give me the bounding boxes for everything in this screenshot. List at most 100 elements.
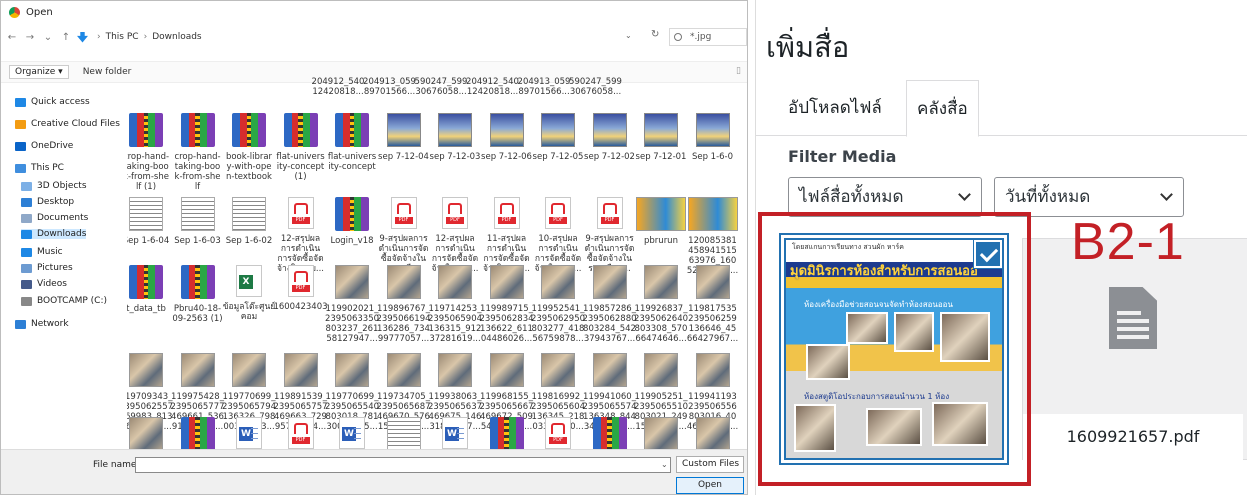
navigation-bar: ← → ⌄ ↑ › This PC › Downloads ⌄ ↻ *.jpg [1,23,747,51]
file-doc-icon [129,197,163,231]
nav-item-videos[interactable]: Videos [21,279,67,289]
open-button[interactable]: Open [676,477,744,494]
file-rar-icon [592,417,627,451]
file-pdf-icon: PDF [545,197,571,229]
file-photo-icon [644,353,678,387]
search-box[interactable]: *.jpg [669,28,747,46]
file-pdf-icon: PDF [596,197,623,229]
forward-arrow-icon[interactable]: → [23,32,37,43]
back-arrow-icon[interactable]: ← [5,32,19,43]
drive-icon [21,296,32,306]
file-poster-icon [541,113,575,147]
annotation-highlight-box [758,212,1031,486]
search-query: *.jpg [690,32,712,42]
file-photo-icon [232,353,266,387]
nav-item-this-pc[interactable]: This PC [15,163,64,173]
file-item[interactable]: 119817535 239506259 136646_45 66427967..… [682,265,744,344]
date-select[interactable]: วันที่ทั้งหมด [994,177,1184,217]
file-rar-icon [489,417,524,451]
file-photo-icon [438,265,472,299]
file-name: 119817535 239506259 136646_45 66427967..… [686,304,739,344]
document-icon [1109,287,1157,349]
recent-locations-icon[interactable]: ⌄ [41,32,55,43]
nav-item-label: 3D Objects [37,181,87,191]
file-photo-icon [489,265,524,299]
nav-item-bootcamp-c-[interactable]: BOOTCAMP (C:) [21,296,107,306]
file-name-label: File name: [93,460,140,470]
dialog-footer: File name: ⌄ Custom Files Open [1,449,747,494]
file-photo-icon [489,353,524,387]
file-photo-icon [695,265,730,299]
chevron-down-icon [958,188,971,201]
chevron-down-icon[interactable]: ⌄ [661,460,668,469]
up-arrow-icon[interactable]: ↑ [59,32,73,43]
file-item[interactable]: 590247_599 30676058... [565,77,627,97]
file-doc-icon [386,417,421,451]
nav-item-label: Music [37,247,63,257]
breadcrumb-downloads[interactable]: Downloads [152,32,201,42]
file-photo-icon [386,353,421,387]
file-photo-icon [129,417,163,451]
dialog-titlebar: Open [1,1,747,23]
nav-item-pictures[interactable]: Pictures [21,263,73,273]
file-type-select[interactable]: Custom Files [676,456,744,473]
nav-item-quick-access[interactable]: Quick access [15,97,90,107]
file-item[interactable]: Sep 1-6-0 [682,113,744,162]
file-banner-icon [636,197,686,231]
nav-item-onedrive[interactable]: OneDrive [15,141,73,151]
file-rar-icon [180,417,215,451]
nav-item-documents[interactable]: Documents [21,213,88,223]
file-rar-icon [129,265,163,299]
nav-item-downloads[interactable]: Downloads [21,229,87,239]
nav-item-3d-objects[interactable]: 3D Objects [21,181,87,191]
file-pdf-icon: PDF [390,197,417,229]
view-options-icon[interactable]: ▯ [736,66,741,76]
file-banner-icon [687,197,738,231]
nav-item-creative-cloud-files[interactable]: Creative Cloud Files [15,119,120,129]
nav-item-desktop[interactable]: Desktop [21,197,74,207]
videos-icon [21,279,32,289]
new-folder-button[interactable]: New folder [83,67,132,77]
network-icon [15,319,26,329]
nav-item-label: Creative Cloud Files [31,119,120,129]
chrome-icon [9,6,20,18]
media-type-value: ไฟล์สื่อทั้งหมด [799,187,904,207]
breadcrumb-this-pc[interactable]: This PC [106,32,139,42]
chevron-right-icon: › [143,32,148,42]
nav-item-label: Network [31,319,69,329]
file-photo-icon [592,265,627,299]
file-photo-icon [335,265,369,299]
chevron-down-icon[interactable]: ⌄ [625,31,632,40]
onedrive-icon [15,141,26,151]
nav-item-music[interactable]: Music [21,247,63,257]
file-rar-icon [283,113,318,147]
dialog-title: Open [26,6,53,18]
media-type-select[interactable]: ไฟล์สื่อทั้งหมด [788,177,982,217]
date-value: วันที่ทั้งหมด [1005,187,1091,207]
chevron-down-icon [1160,188,1173,201]
file-poster-icon [695,113,730,147]
nav-item-label: Downloads [37,229,87,239]
file-photo-icon [695,353,730,387]
star-icon [15,97,26,107]
organize-button[interactable]: Organize ▾ [9,65,69,79]
file-pdf-icon: PDF [287,417,314,449]
file-poster-icon [489,113,524,147]
nav-item-label: BOOTCAMP (C:) [37,296,107,306]
music-icon [21,247,32,257]
file-rar-icon [335,197,369,231]
file-doc-icon [180,197,215,231]
nav-item-network[interactable]: Network [15,319,69,329]
attachment-filename: 1609921657.pdf [1023,414,1243,460]
file-rar-icon [129,113,163,147]
downloads-folder-icon [77,31,88,43]
address-bar[interactable]: › This PC › Downloads [77,27,637,47]
refresh-icon[interactable]: ↻ [651,29,659,40]
file-name-input[interactable] [135,457,671,473]
file-photo-icon [129,353,163,387]
file-pdf-icon: PDF [442,197,468,229]
tab-media-library[interactable]: คลังสื่อ [906,80,979,137]
tab-upload-files[interactable]: อัปโหลดไฟล์ [778,80,892,136]
file-word-icon: W [236,417,262,449]
file-photo-icon [180,353,215,387]
